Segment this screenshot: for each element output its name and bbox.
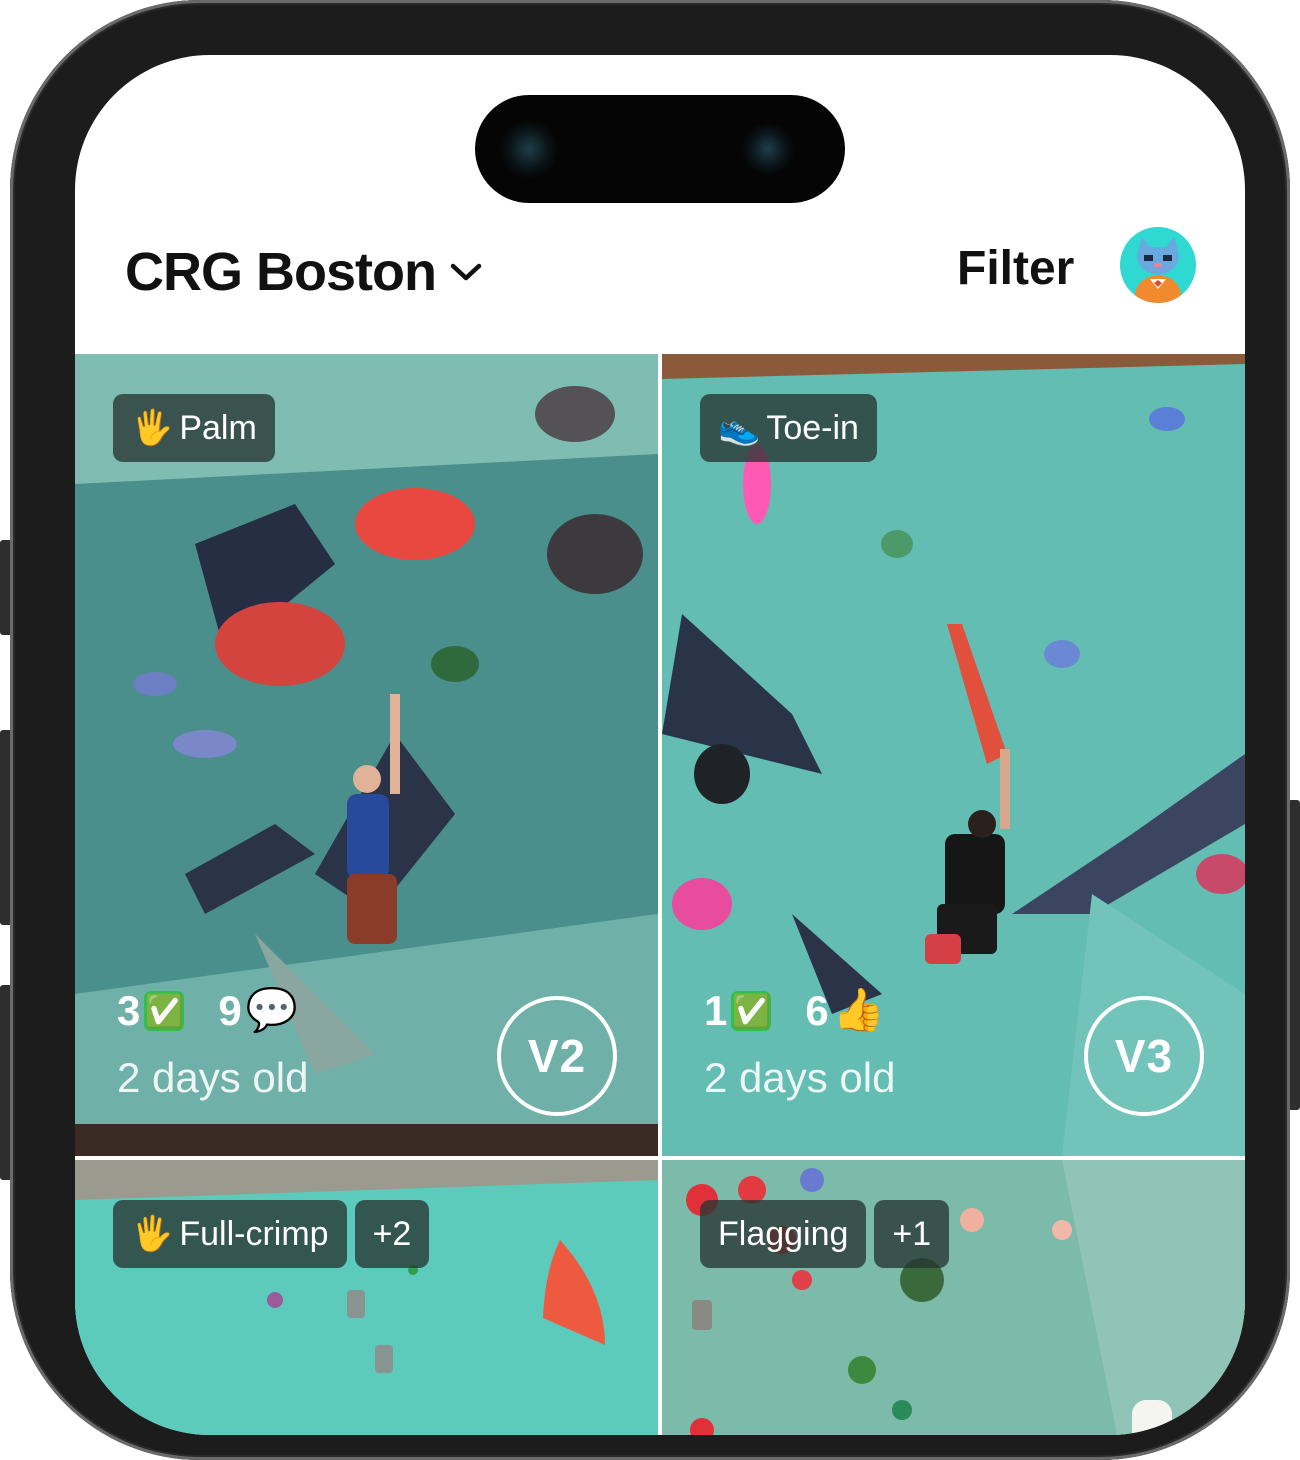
- tag-label: Palm: [179, 409, 257, 447]
- chevron-down-icon: [450, 263, 482, 281]
- likes-count: 6 👍: [805, 986, 885, 1035]
- camera-lens-icon: [499, 119, 559, 179]
- technique-tags: 👟 Toe-in: [700, 394, 877, 462]
- tag-label: Flagging: [718, 1215, 849, 1253]
- cat-avatar-icon: [1134, 237, 1182, 303]
- thumbs-up-icon: 👍: [832, 986, 886, 1033]
- avatar[interactable]: [1120, 227, 1196, 303]
- gym-selector[interactable]: CRG Boston: [125, 241, 482, 303]
- technique-tags: 🖐 Full-crimp +2: [113, 1200, 430, 1268]
- gym-name: CRG Boston: [125, 242, 437, 302]
- palm-icon: 🖐: [131, 409, 174, 447]
- speech-bubble-icon: 💬: [245, 986, 299, 1033]
- check-icon: ✅: [144, 990, 185, 1031]
- technique-tag[interactable]: 🖐 Full-crimp: [113, 1200, 347, 1268]
- grade-badge: V2: [497, 996, 617, 1116]
- sends-value: 3: [117, 986, 141, 1034]
- crimp-hand-icon: 🖐: [131, 1215, 174, 1253]
- route-stats: 3 ✅ 9 💬: [117, 986, 298, 1035]
- more-tags-badge[interactable]: +2: [354, 1200, 430, 1268]
- grade-badge: V3: [1084, 996, 1204, 1116]
- more-tags-badge[interactable]: +1: [874, 1200, 950, 1268]
- phone-frame: CRG Boston Filter 🖐 Palm 3 ✅ 9 💬 2 days …: [10, 0, 1290, 1460]
- sends-count: 3 ✅: [117, 986, 185, 1035]
- route-card[interactable]: Flagging +1: [662, 1160, 1245, 1435]
- route-card[interactable]: 🖐 Full-crimp +2: [75, 1160, 658, 1435]
- technique-tags: 🖐 Palm: [113, 394, 275, 462]
- likes-value: 6: [805, 986, 829, 1034]
- sends-count: 1 ✅: [704, 986, 772, 1035]
- tag-label: +1: [892, 1215, 932, 1253]
- route-age: 2 days old: [117, 1054, 309, 1101]
- dynamic-island: [475, 95, 845, 203]
- phone-screen: CRG Boston Filter 🖐 Palm 3 ✅ 9 💬 2 days …: [75, 55, 1245, 1435]
- technique-tags: Flagging +1: [700, 1200, 950, 1268]
- top-bar: CRG Boston Filter: [75, 205, 1245, 350]
- route-age: 2 days old: [704, 1054, 896, 1101]
- route-card[interactable]: 👟 Toe-in 1 ✅ 6 👍 2 days old V3: [662, 354, 1245, 1156]
- sends-value: 1: [704, 986, 728, 1034]
- technique-tag[interactable]: Flagging: [700, 1200, 867, 1268]
- shoe-icon: 👟: [718, 409, 761, 447]
- tag-label: Full-crimp: [179, 1215, 329, 1253]
- tag-label: +2: [372, 1215, 412, 1253]
- technique-tag[interactable]: 👟 Toe-in: [700, 394, 877, 462]
- comments-value: 9: [218, 986, 242, 1034]
- comments-count: 9 💬: [218, 986, 298, 1035]
- check-icon: ✅: [731, 990, 772, 1031]
- route-card[interactable]: 🖐 Palm 3 ✅ 9 💬 2 days old V2: [75, 354, 658, 1156]
- route-grid: 🖐 Palm 3 ✅ 9 💬 2 days old V2 👟 Toe-in 1 …: [75, 354, 1245, 1435]
- technique-tag[interactable]: 🖐 Palm: [113, 394, 275, 462]
- route-stats: 1 ✅ 6 👍: [704, 986, 885, 1035]
- sensor-lens-icon: [741, 122, 795, 176]
- filter-button[interactable]: Filter: [957, 241, 1074, 296]
- tag-label: Toe-in: [766, 409, 859, 447]
